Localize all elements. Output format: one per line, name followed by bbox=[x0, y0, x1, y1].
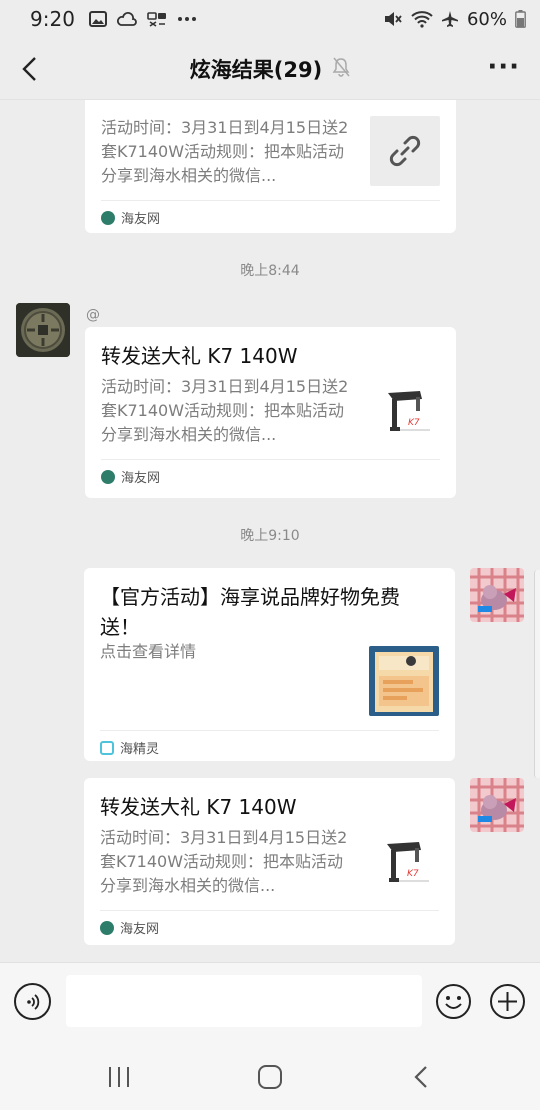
message-input[interactable] bbox=[66, 975, 422, 1027]
card-description: 活动时间：3月31日到4月15日送2套K7140W活动规则：把本贴活动分享到海水… bbox=[101, 377, 349, 444]
avatar[interactable] bbox=[470, 778, 524, 832]
battery-icon bbox=[515, 10, 526, 28]
link-card[interactable]: 转发送大礼 K7 140W 活动时间：3月31日到4月15日送2套K7140W活… bbox=[84, 778, 455, 945]
sender-name: @ bbox=[86, 307, 100, 323]
lamp-thumbnail: K7 bbox=[370, 375, 440, 445]
bell-muted-icon bbox=[332, 57, 350, 81]
card-body: 点击查看详情 bbox=[100, 640, 439, 716]
source-logo-icon bbox=[100, 740, 114, 755]
source-name: 海精灵 bbox=[120, 742, 160, 757]
source-logo-icon bbox=[101, 210, 115, 225]
chat-title: 炫海结果(29) bbox=[189, 57, 323, 82]
more-button[interactable]: ··· bbox=[487, 54, 520, 80]
card-source: 海友网 bbox=[101, 200, 440, 234]
chat-header: 炫海结果(29) ··· bbox=[0, 38, 540, 100]
link-icon bbox=[370, 116, 440, 186]
emoji-icon[interactable] bbox=[435, 983, 472, 1020]
card-body: 活动时间：3月31日到4月15日送2套K7140W活动规则：把本贴活动分享到海水… bbox=[101, 375, 440, 447]
svg-text:K7: K7 bbox=[408, 418, 420, 428]
card-source: 海友网 bbox=[101, 459, 440, 493]
status-left-icons bbox=[88, 11, 197, 27]
status-right: 60% bbox=[383, 9, 526, 30]
more-dots-icon bbox=[177, 16, 197, 22]
card-description: 点击查看详情 bbox=[100, 642, 197, 661]
card-source: 海精灵 bbox=[100, 730, 439, 764]
avatar[interactable] bbox=[470, 568, 524, 622]
cloud-icon bbox=[116, 11, 137, 27]
avatar[interactable] bbox=[16, 303, 70, 357]
card-title: 【官方活动】海享说品牌好物免费送！ bbox=[100, 585, 400, 639]
card-description: 活动时间：3月31日到4月15日送2套K7140W活动规则：把本贴活动分享到海水… bbox=[100, 828, 348, 895]
card-title: 转发送大礼 K7 140W bbox=[100, 795, 297, 819]
title-group: 炫海结果(29) bbox=[190, 54, 350, 84]
source-logo-icon bbox=[101, 469, 115, 484]
source-name: 海友网 bbox=[121, 471, 161, 486]
link-card[interactable]: 转发送大礼 K7 140W 活动时间：3月31日到4月15日送2套K7140W活… bbox=[85, 327, 456, 498]
lamp-thumbnail: K7 bbox=[369, 826, 439, 896]
home-icon[interactable] bbox=[255, 1062, 285, 1092]
wifi-icon bbox=[411, 10, 433, 28]
back-chevron-icon[interactable] bbox=[14, 52, 44, 86]
status-bar: 9:20 60% bbox=[0, 0, 540, 38]
plus-icon[interactable] bbox=[489, 983, 526, 1020]
image-icon bbox=[88, 11, 107, 27]
status-time: 9:20 bbox=[30, 7, 75, 31]
back-icon[interactable] bbox=[406, 1062, 436, 1092]
mute-icon bbox=[383, 10, 403, 28]
link-card[interactable]: 【官方活动】海享说品牌好物免费送！ 点击查看详情 海精灵 bbox=[84, 568, 455, 761]
voice-icon[interactable] bbox=[14, 983, 51, 1020]
battery-percent: 60% bbox=[466, 8, 507, 30]
nfc-icon bbox=[147, 11, 167, 27]
card-source: 海友网 bbox=[100, 910, 439, 944]
airplane-icon bbox=[441, 10, 459, 28]
product-thumbnail bbox=[369, 646, 439, 716]
input-bar bbox=[0, 962, 540, 1044]
card-body: 活动时间：3月31日到4月15日送2套K7140W活动规则：把本贴活动分享到海水… bbox=[101, 116, 440, 188]
card-body: 活动时间：3月31日到4月15日送2套K7140W活动规则：把本贴活动分享到海水… bbox=[100, 826, 439, 898]
card-title: 转发送大礼 K7 140W bbox=[101, 344, 298, 368]
source-name: 海友网 bbox=[120, 922, 160, 937]
message-list[interactable]: 活动时间：3月31日到4月15日送2套K7140W活动规则：把本贴活动分享到海水… bbox=[0, 100, 540, 962]
recent-apps-icon[interactable] bbox=[104, 1062, 134, 1092]
time-separator: 晚上8:44 bbox=[240, 263, 300, 279]
scrollbar[interactable] bbox=[534, 570, 540, 778]
svg-text:K7: K7 bbox=[407, 869, 419, 879]
card-title bbox=[101, 100, 440, 116]
source-logo-icon bbox=[100, 920, 114, 935]
system-nav-bar bbox=[0, 1044, 540, 1110]
source-name: 海友网 bbox=[121, 212, 161, 227]
link-card[interactable]: 活动时间：3月31日到4月15日送2套K7140W活动规则：把本贴活动分享到海水… bbox=[85, 100, 456, 233]
card-description: 活动时间：3月31日到4月15日送2套K7140W活动规则：把本贴活动分享到海水… bbox=[101, 118, 349, 185]
time-separator: 晚上9:10 bbox=[240, 528, 300, 544]
